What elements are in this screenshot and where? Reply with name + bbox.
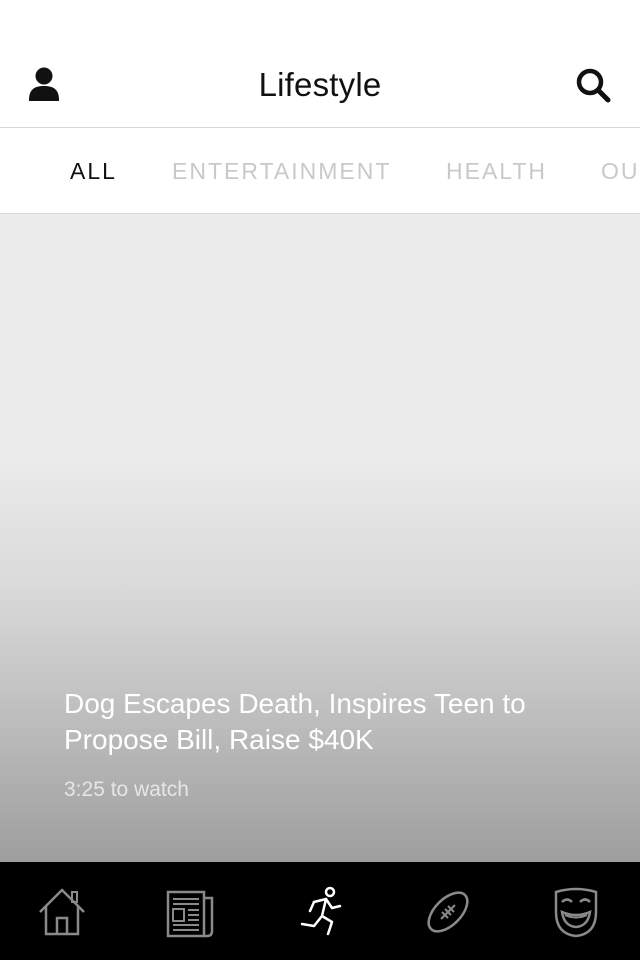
nav-news[interactable]: [162, 884, 218, 940]
mask-icon: [554, 887, 598, 938]
football-icon: [427, 891, 469, 933]
bottom-tab-bar: [0, 862, 640, 960]
featured-title: Dog Escapes Death, Inspires Teen to Prop…: [64, 688, 526, 755]
featured-video-card[interactable]: Dog Escapes Death, Inspires Teen to Prop…: [0, 214, 640, 862]
home-icon: [39, 888, 85, 936]
newspaper-icon: [166, 890, 214, 938]
tab-entertainment[interactable]: ENTERTAINMENT: [172, 158, 391, 185]
tab-all[interactable]: ALL: [70, 158, 117, 185]
nav-home[interactable]: [34, 884, 90, 940]
search-icon: [576, 68, 611, 103]
tab-health[interactable]: HEALTH: [446, 158, 547, 185]
nav-sports[interactable]: [420, 884, 476, 940]
status-bar: [0, 0, 640, 40]
search-button[interactable]: [574, 66, 614, 106]
runner-icon: [300, 886, 342, 936]
watch-duration: 3:25 to watch: [64, 778, 189, 801]
nav-entertainment[interactable]: [548, 884, 604, 940]
tab-outdoors[interactable]: OU: [601, 158, 640, 185]
nav-lifestyle[interactable]: [292, 884, 348, 940]
app-screen: Lifestyle ALL ENTERTAINMENT HEALTH OU Do…: [0, 0, 640, 960]
nav-bar: Lifestyle: [0, 40, 640, 128]
category-tabs: ALL ENTERTAINMENT HEALTH OU: [0, 128, 640, 214]
page-title: Lifestyle: [258, 66, 382, 103]
